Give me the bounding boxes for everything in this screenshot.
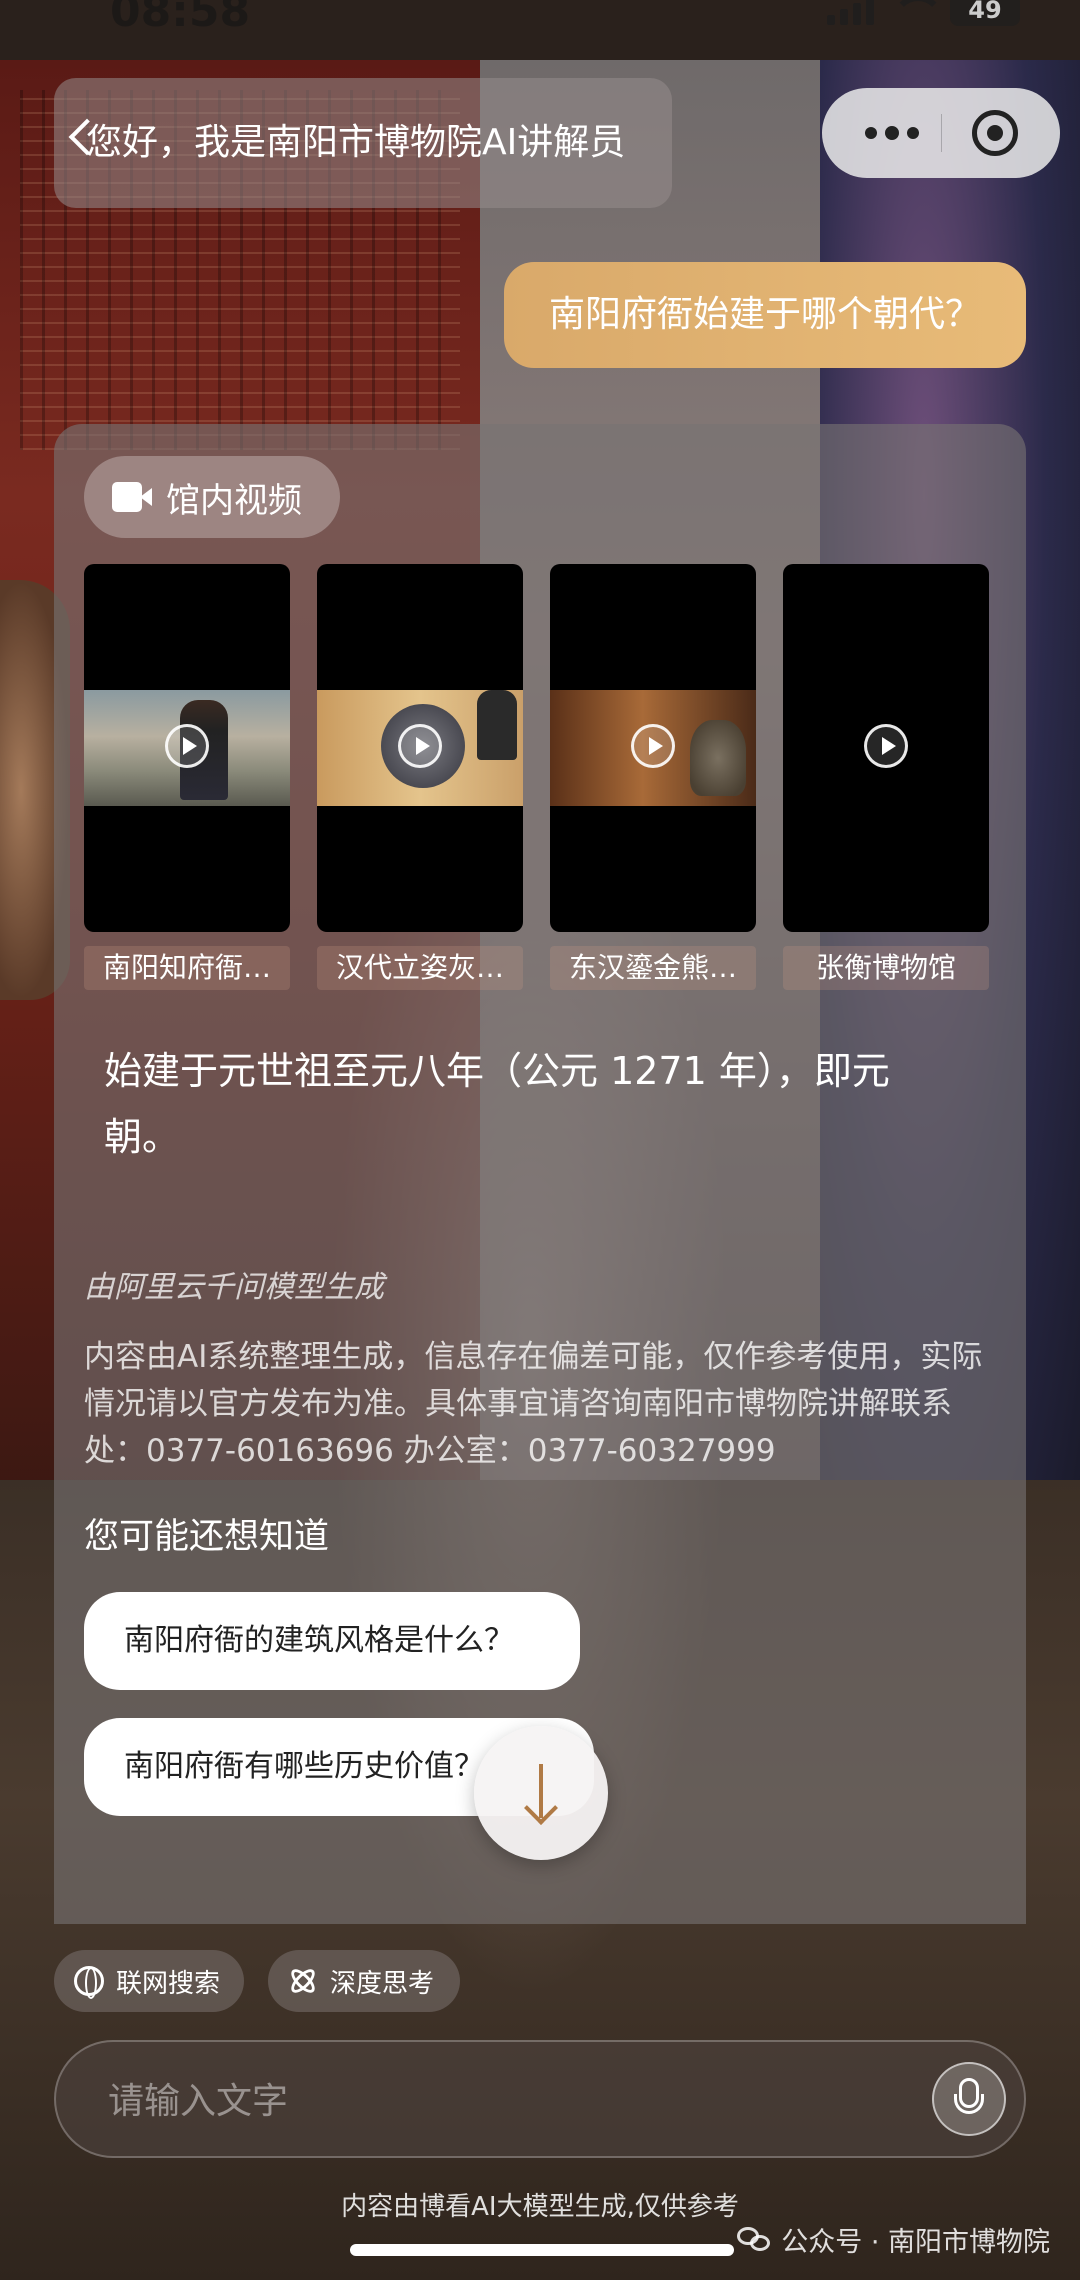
answer-text: 始建于元世祖至元八年（公元 1271 年），即元朝。	[104, 1049, 890, 1159]
deep-think-label: 深度思考	[330, 1968, 435, 1999]
wechat-icon	[737, 2226, 773, 2253]
play-icon[interactable]	[631, 724, 675, 768]
video-thumbnail[interactable]	[84, 564, 290, 932]
greeting-text: 您好，我是南阳市博物院AI讲解员	[86, 122, 626, 163]
more-options-button[interactable]	[852, 88, 932, 178]
status-bar: 08:58 49	[0, 0, 1080, 40]
videos-tag-label: 馆内视频	[166, 480, 302, 521]
wechat-watermark: 公众号 · 南阳市博物院	[737, 2220, 1050, 2259]
video-thumbnail[interactable]	[783, 564, 989, 932]
video-camera-icon	[112, 482, 152, 512]
status-icons: 49	[827, 0, 1020, 26]
video-item[interactable]: 东汉鎏金熊…	[550, 564, 756, 990]
video-item[interactable]: 南阳知府衙…	[84, 564, 290, 990]
footer-ai-note: 内容由博看AI大模型生成,仅供参考	[341, 2192, 739, 2222]
video-caption: 汉代立姿灰…	[317, 946, 523, 990]
user-question-bubble: 南阳府衙始建于哪个朝代？	[504, 262, 1026, 368]
atom-icon	[288, 1966, 318, 1996]
watermark-text: 公众号 · 南阳市博物院	[781, 2227, 1050, 2258]
video-caption: 南阳知府衙…	[84, 946, 290, 990]
play-icon[interactable]	[398, 724, 442, 768]
video-item[interactable]: 汉代立姿灰…	[317, 564, 523, 990]
more-dot-icon	[865, 127, 877, 139]
wifi-icon	[890, 0, 944, 25]
home-indicator[interactable]	[350, 2244, 734, 2256]
signal-icon	[827, 0, 874, 25]
suggestion-chip[interactable]: 南阳府衙的建筑风格是什么？	[84, 1592, 580, 1690]
web-search-toggle[interactable]: 联网搜索	[54, 1950, 244, 2012]
video-list: 南阳知府衙… 汉代立姿灰… 东汉鎏金熊… 张衡博物馆	[84, 564, 989, 990]
video-caption: 东汉鎏金熊…	[550, 946, 756, 990]
ai-disclaimer: 内容由AI系统整理生成，信息存在偏差可能，仅作参考使用，实际情况请以官方发布为准…	[84, 1339, 983, 1469]
video-thumbnail[interactable]	[550, 564, 756, 932]
play-icon[interactable]	[165, 724, 209, 768]
status-time: 08:58	[110, 0, 251, 37]
suggestions-title: 您可能还想知道	[84, 1517, 330, 1557]
video-thumbnail[interactable]	[317, 564, 523, 932]
message-input[interactable]	[106, 2062, 890, 2140]
deep-think-toggle[interactable]: 深度思考	[268, 1950, 460, 2012]
message-input-bar	[54, 2040, 1026, 2158]
play-icon[interactable]	[864, 724, 908, 768]
microphone-icon[interactable]	[932, 2062, 1006, 2136]
capsule-divider	[941, 114, 942, 152]
video-item[interactable]: 张衡博物馆	[783, 564, 989, 990]
header-greeting: 您好，我是南阳市博物院AI讲解员	[54, 78, 672, 208]
globe-search-icon	[74, 1966, 104, 1999]
web-search-label: 联网搜索	[116, 1968, 221, 1999]
close-miniprogram-button[interactable]	[972, 110, 1018, 156]
more-dot-icon	[907, 127, 919, 139]
miniprogram-capsule	[822, 88, 1060, 178]
video-caption: 张衡博物馆	[783, 946, 989, 990]
scroll-down-arrow-button[interactable]	[474, 1726, 608, 1860]
battery-icon: 49	[950, 0, 1020, 26]
model-attribution: 由阿里云千问模型生成	[84, 1270, 384, 1305]
videos-tag: 馆内视频	[84, 456, 340, 538]
more-dot-icon	[885, 126, 899, 140]
answer-card: 馆内视频 南阳知府衙… 汉代立姿灰… 东汉鎏金熊… 张衡博物馆 始建于元世祖至元…	[54, 424, 1026, 1924]
